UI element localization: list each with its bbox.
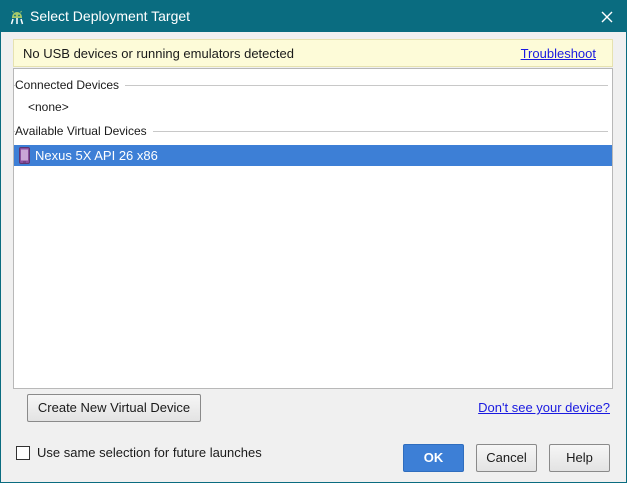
title-bar[interactable]: Select Deployment Target [1,1,626,32]
dont-see-your-device-link[interactable]: Don't see your device? [478,400,610,415]
cancel-button[interactable]: Cancel [476,444,537,472]
device-list[interactable]: Connected Devices <none> Available Virtu… [13,68,613,389]
available-virtual-devices-header: Available Virtual Devices [14,123,612,139]
dialog-title: Select Deployment Target [30,8,191,24]
help-button[interactable]: Help [549,444,610,472]
android-studio-icon [10,10,24,25]
phone-device-icon [19,147,30,164]
close-icon [601,11,613,22]
troubleshoot-link[interactable]: Troubleshoot [521,46,596,61]
create-new-virtual-device-button[interactable]: Create New Virtual Device [27,394,201,422]
available-virtual-devices-label: Available Virtual Devices [15,123,153,139]
ok-button[interactable]: OK [403,444,464,472]
connected-devices-header: Connected Devices [14,77,612,93]
device-name: Nexus 5X API 26 x86 [35,148,158,163]
banner-message: No USB devices or running emulators dete… [23,46,294,61]
no-connected-devices-text: <none> [28,100,69,114]
select-deployment-target-dialog: Select Deployment Target No USB devices … [0,0,627,483]
close-button[interactable] [588,1,626,32]
no-devices-banner: No USB devices or running emulators dete… [13,39,613,67]
device-row-nexus-5x[interactable]: Nexus 5X API 26 x86 [14,145,612,166]
checkbox-box[interactable] [16,446,30,460]
connected-devices-label: Connected Devices [15,77,126,93]
checkbox-label: Use same selection for future launches [37,445,262,460]
